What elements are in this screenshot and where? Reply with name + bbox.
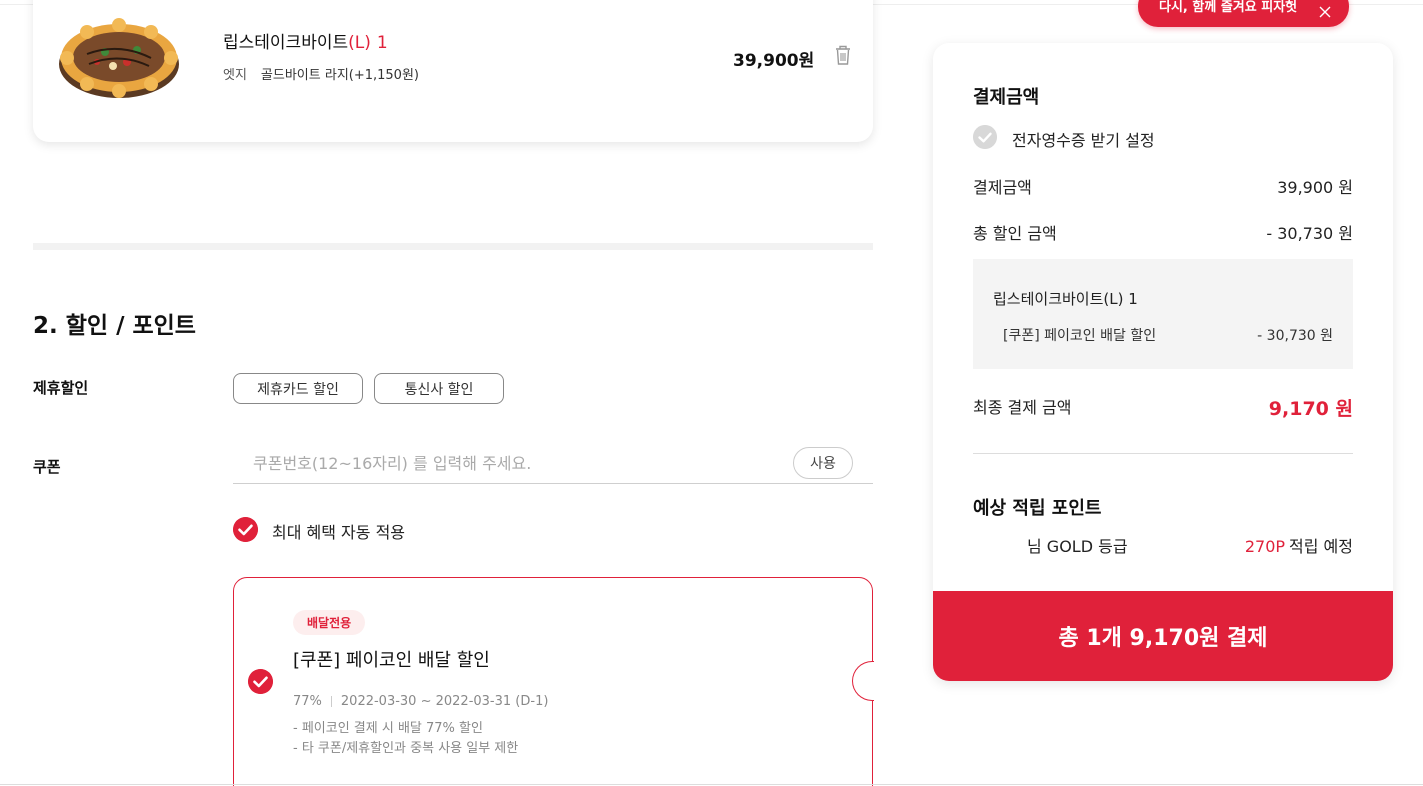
cart-item-card: 립스테이크바이트(L) 1 엣지 골드바이트 라지(+1,150원) 39,900원 bbox=[33, 0, 873, 142]
cart-item-name: 립스테이크바이트(L) 1 bbox=[223, 28, 388, 53]
points-value: 270P bbox=[1244, 537, 1286, 556]
coupon-period: 2022-03-30 ~ 2022-03-31 (D-1) bbox=[340, 694, 549, 709]
coupon-desc-2: - 타 쿠폰/제휴할인과 중복 사용 일부 제한 bbox=[293, 741, 519, 756]
coupon-check-icon[interactable] bbox=[248, 669, 273, 694]
promo-toast-text: 다시, 함께 즐겨요 피자헛 bbox=[1159, 0, 1298, 15]
section-title: 2. 할인 / 포인트 bbox=[33, 313, 196, 339]
coupon-use-button[interactable]: 사용 bbox=[793, 447, 853, 479]
coupon-rate: 77% bbox=[293, 694, 322, 709]
cart-item-option: 엣지 골드바이트 라지(+1,150원) bbox=[223, 64, 419, 83]
coupon-desc-1: - 페이코인 결제 시 배달 77% 할인 bbox=[293, 721, 483, 736]
coupon-number-input[interactable] bbox=[233, 444, 773, 482]
summary-divider bbox=[973, 453, 1353, 454]
auto-apply-checkbox[interactable] bbox=[233, 517, 258, 542]
points-expected: 270P 적립 예정 bbox=[1245, 533, 1353, 557]
coupon-input-row: 사용 bbox=[233, 444, 873, 484]
delivery-only-badge: 배달전용 bbox=[293, 610, 366, 635]
section-divider bbox=[33, 243, 873, 250]
discount-label: 총 할인 금액 bbox=[973, 224, 1057, 243]
partner-discount-label: 제휴할인 bbox=[33, 379, 89, 397]
summary-title: 결제금액 bbox=[973, 87, 1040, 108]
cart-item-price: 39,900원 bbox=[733, 51, 815, 71]
card-discount-button[interactable]: 제휴카드 할인 bbox=[233, 373, 363, 404]
close-icon[interactable] bbox=[1318, 5, 1332, 19]
payment-summary-panel: 결제금액 전자영수증 받기 설정 결제금액 39,900 원 총 할인 금액 -… bbox=[933, 43, 1393, 681]
discount-detail-box: 립스테이크바이트(L) 1 [쿠폰] 페이코인 배달 할인 - 30,730 원 bbox=[973, 259, 1353, 369]
coupon-notch bbox=[852, 661, 874, 701]
option-label: 엣지 bbox=[223, 68, 247, 83]
final-amount-value: 9,170 원 bbox=[1268, 398, 1353, 420]
auto-apply-label: 최대 혜택 자동 적용 bbox=[272, 523, 406, 542]
pay-button[interactable]: 총 1개 9,170원 결제 bbox=[933, 591, 1393, 681]
meta-separator bbox=[330, 696, 332, 707]
option-value: 골드바이트 라지(+1,150원) bbox=[260, 68, 419, 83]
discount-value: - 30,730 원 bbox=[1266, 224, 1353, 243]
amount-label: 결제금액 bbox=[973, 178, 1032, 197]
coupon-card[interactable]: 배달전용 [쿠폰] 페이코인 배달 할인 77% 2022-03-30 ~ 202… bbox=[233, 577, 874, 786]
points-title: 예상 적립 포인트 bbox=[973, 498, 1102, 519]
detail-coupon-name: [쿠폰] 페이코인 배달 할인 bbox=[1003, 328, 1157, 344]
membership-grade: 님 GOLD 등급 bbox=[1027, 537, 1128, 556]
detail-coupon-value: - 30,730 원 bbox=[1257, 328, 1333, 344]
cart-item-qty: 1 bbox=[376, 33, 388, 53]
receipt-check-icon[interactable] bbox=[973, 125, 997, 149]
telecom-discount-button[interactable]: 통신사 할인 bbox=[374, 373, 504, 404]
coupon-meta: 77% 2022-03-30 ~ 2022-03-31 (D-1) bbox=[293, 694, 548, 709]
detail-item-name: 립스테이크바이트(L) 1 bbox=[993, 290, 1138, 308]
cart-item-size: (L) bbox=[348, 33, 371, 53]
pizza-image bbox=[59, 18, 179, 98]
coupon-label: 쿠폰 bbox=[33, 458, 61, 476]
promo-toast: 다시, 함께 즐겨요 피자헛 bbox=[1138, 0, 1349, 27]
coupon-title: [쿠폰] 페이코인 배달 할인 bbox=[293, 650, 490, 671]
trash-icon[interactable] bbox=[833, 44, 853, 66]
points-suffix: 적립 예정 bbox=[1289, 537, 1353, 556]
final-amount-label: 최종 결제 금액 bbox=[973, 398, 1072, 417]
amount-value: 39,900 원 bbox=[1277, 178, 1353, 197]
cart-item-title: 립스테이크바이트 bbox=[223, 33, 349, 53]
e-receipt-label: 전자영수증 받기 설정 bbox=[1012, 131, 1155, 150]
bottom-border bbox=[0, 784, 1423, 785]
